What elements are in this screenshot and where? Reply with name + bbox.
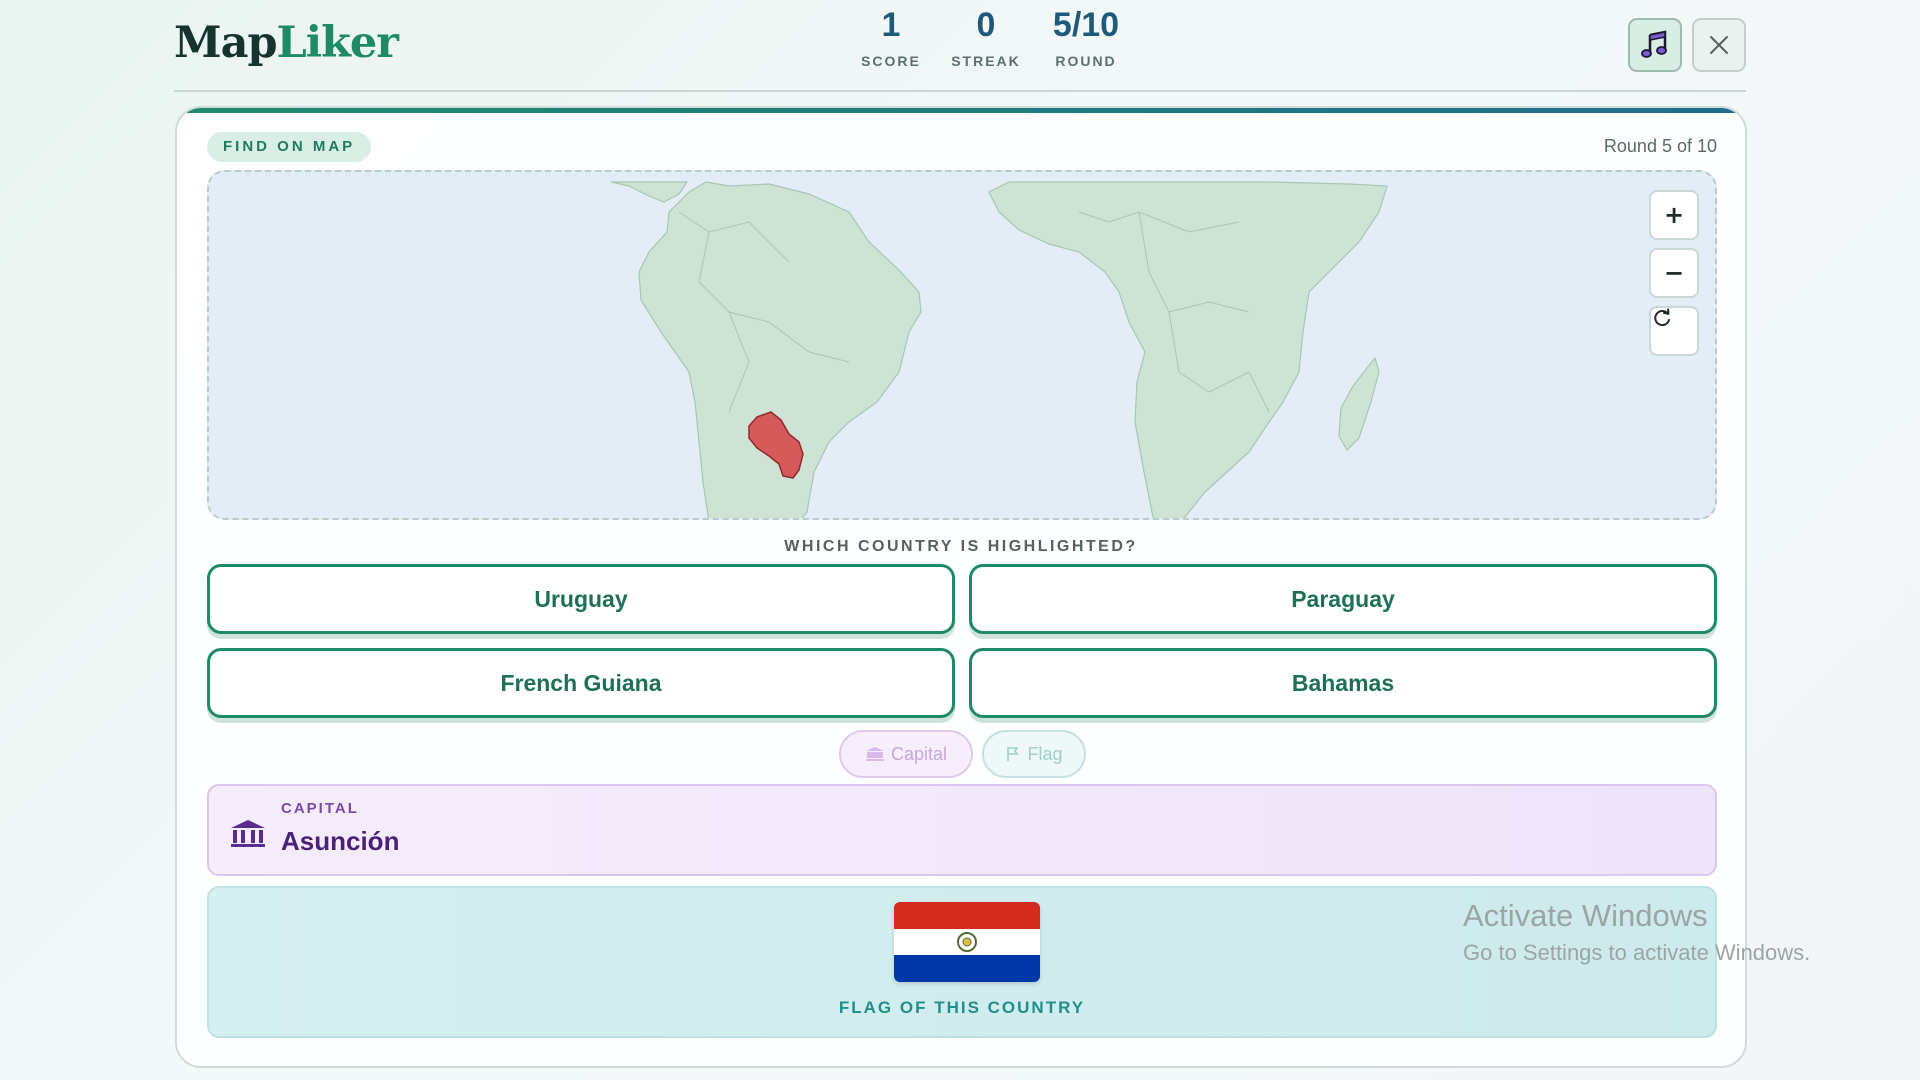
round-progress-label: Round 5 of 10 (1603, 136, 1717, 156)
capital-reveal-panel: CAPITAL Asunción (207, 784, 1717, 876)
mode-badge: FIND ON MAP (207, 132, 372, 162)
streak-value: 0 (976, 6, 996, 44)
flag-emblem-icon (957, 931, 977, 952)
watermark-title: Activate Windows (1463, 898, 1708, 933)
capital-value: Asunción (281, 826, 400, 856)
answer-option-2[interactable]: Paraguay (969, 564, 1717, 634)
app-logo: MapLiker (174, 18, 399, 68)
refresh-icon (1654, 308, 1670, 327)
round-stat: 5/10 ROUND (1031, 6, 1141, 69)
world-map[interactable]: + − (207, 170, 1717, 520)
round-label: ROUND (1055, 53, 1117, 69)
building-icon (865, 747, 884, 761)
country-flag-image (894, 902, 1040, 982)
flag-stripe-white (894, 928, 1040, 956)
capital-hint-button[interactable]: Capital (839, 730, 973, 778)
card-accent-bar (177, 108, 1745, 113)
streak-stat: 0 STREAK (931, 6, 1041, 69)
close-icon (1710, 36, 1728, 54)
flag-stripe-blue (894, 955, 1040, 982)
reset-view-button[interactable] (1649, 306, 1699, 356)
central-america-landmass (610, 181, 689, 203)
question-prompt: WHICH COUNTRY IS HIGHLIGHTED? (784, 538, 1138, 555)
answer-option-3[interactable]: French Guiana (207, 648, 955, 718)
map-canvas[interactable] (209, 172, 1717, 520)
capital-hint-label: Capital (890, 743, 948, 764)
round-value: 5/10 (1052, 6, 1120, 44)
flag-hint-button[interactable]: Flag (982, 730, 1086, 778)
capital-label: CAPITAL (281, 800, 359, 817)
flag-hint-label: Flag (1027, 743, 1063, 764)
streak-label: STREAK (951, 53, 1021, 69)
flag-caption: FLAG OF THIS COUNTRY (838, 998, 1086, 1017)
answer-option-4[interactable]: Bahamas (969, 648, 1717, 718)
africa-landmass (988, 181, 1388, 518)
flag-stripe-red (894, 902, 1040, 929)
zoom-in-button[interactable]: + (1649, 190, 1699, 240)
watermark-subtitle: Go to Settings to activate Windows. (1463, 940, 1811, 965)
close-button[interactable] (1692, 18, 1746, 72)
flag-icon (1007, 747, 1019, 761)
music-note-icon (1641, 30, 1667, 58)
windows-activation-watermark: Activate Windows Go to Settings to activ… (1463, 898, 1810, 966)
top-header: MapLiker 1 SCORE 0 STREAK 5/10 ROUND (174, 0, 1746, 92)
score-stat: 1 SCORE (836, 6, 946, 69)
score-label: SCORE (861, 53, 921, 69)
answer-option-1[interactable]: Uruguay (207, 564, 955, 634)
building-icon (231, 820, 265, 847)
madagascar-landmass (1338, 356, 1380, 451)
zoom-out-button[interactable]: − (1649, 248, 1699, 298)
score-value: 1 (881, 6, 901, 44)
music-toggle-button[interactable] (1628, 18, 1682, 72)
